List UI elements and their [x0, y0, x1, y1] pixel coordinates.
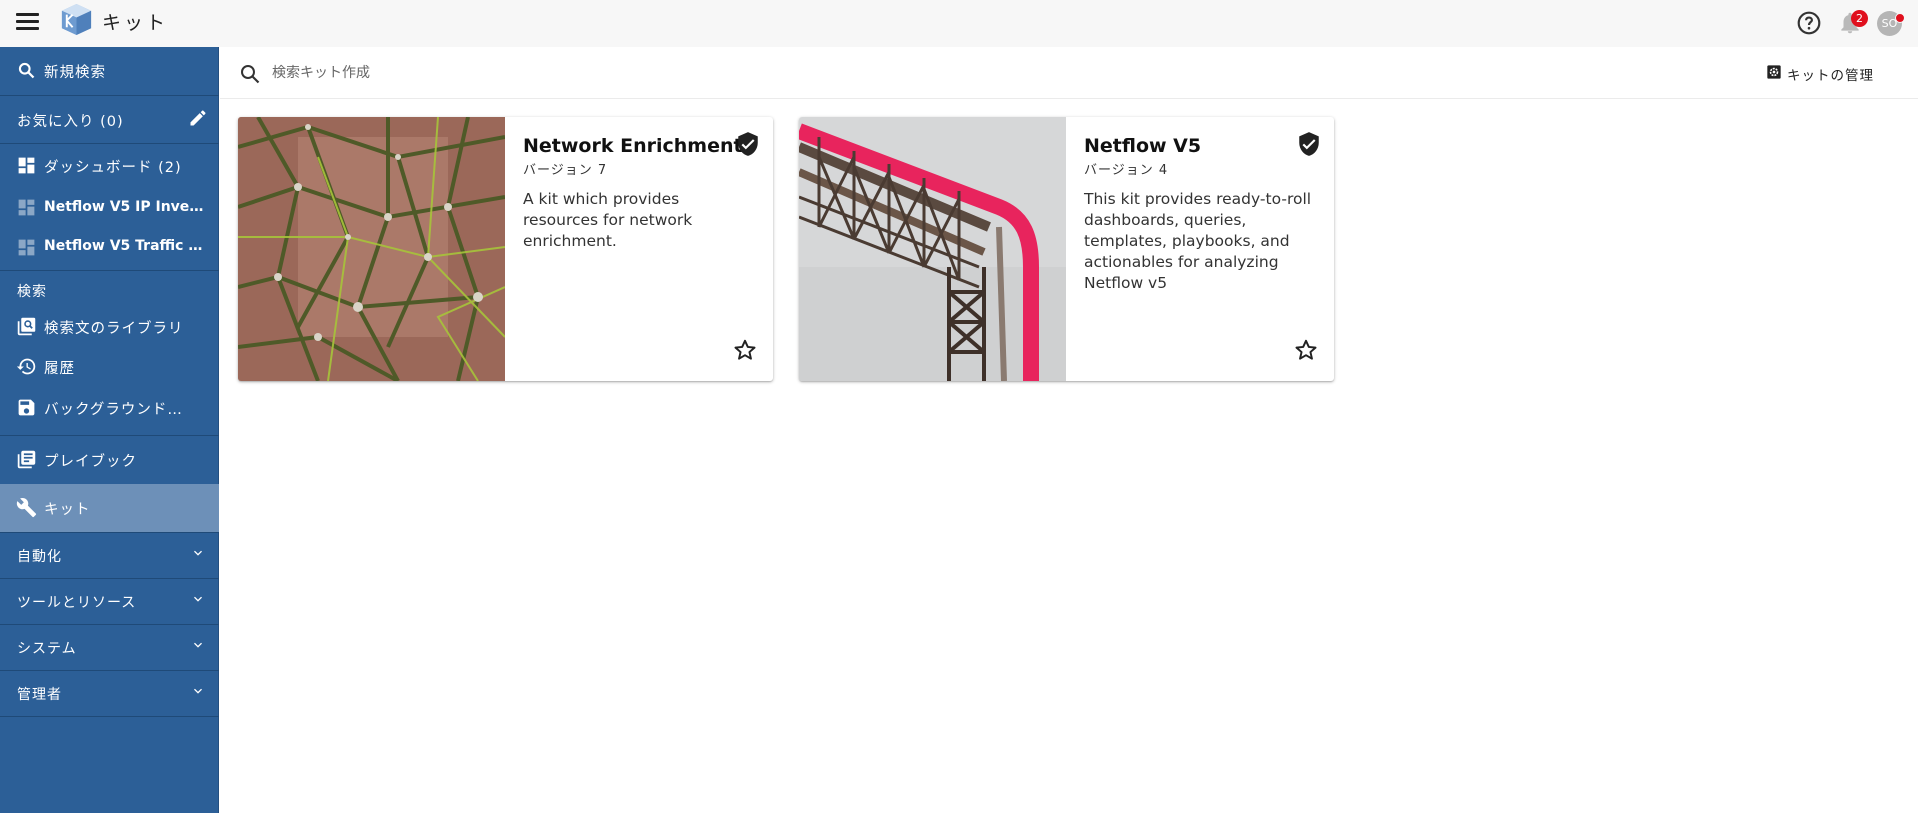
- kit-card[interactable]: Network Enrichment バージョン 7 A kit which p…: [238, 117, 773, 381]
- chevron-down-icon: [194, 688, 202, 694]
- verified-shield-icon: [738, 132, 758, 156]
- dashboard-icon: [18, 239, 35, 256]
- kit-search-bar: キットの管理: [220, 47, 1918, 99]
- sidebar-item-label: キット: [44, 502, 91, 518]
- top-app-bar: キット 2 SO: [0, 0, 1918, 47]
- sidebar-item-tools-resources[interactable]: ツールとリソース: [0, 579, 219, 624]
- sidebar-item-label: 検索文のライブラリ: [44, 321, 184, 337]
- sidebar-item-background-searches[interactable]: バックグラウンド検索: [0, 387, 219, 430]
- manage-kits-label: キットの管理: [1787, 68, 1874, 84]
- sidebar-item-query-library[interactable]: 検索文のライブラリ: [0, 307, 219, 347]
- search-icon: [18, 62, 35, 79]
- sidebar-section-label: 検索: [17, 284, 47, 300]
- sidebar-item-label: ダッシュボード (2): [44, 160, 182, 176]
- divider: [0, 716, 219, 717]
- sidebar-nav: 新規検索 お気に入り (0) ダッシュボード (2) Netflow V5 IP…: [0, 47, 219, 813]
- search-icon: [241, 65, 260, 84]
- kit-title: Network Enrichment: [523, 135, 743, 157]
- sidebar-item-label: ツールとリソース: [17, 595, 137, 611]
- sidebar-item-label: 新規検索: [44, 65, 106, 81]
- save-floppy-icon: [18, 399, 35, 416]
- sidebar-item-dashboard-traffic-overview[interactable]: Netflow V5 Traffic Overview: [0, 228, 219, 267]
- sidebar-section-search: 検索: [0, 271, 219, 307]
- kit-card-image: [238, 117, 505, 381]
- sidebar-item-label: Netflow V5 IP Investigator: [44, 199, 204, 215]
- help-icon[interactable]: [1796, 10, 1822, 36]
- library-search-icon: [17, 317, 36, 336]
- kit-version: バージョン 4: [1084, 163, 1169, 178]
- sidebar-item-admin[interactable]: 管理者: [0, 671, 219, 716]
- kit-card[interactable]: Netflow V5 バージョン 4 This kit provides rea…: [799, 117, 1334, 381]
- sidebar-item-system[interactable]: システム: [0, 625, 219, 670]
- sidebar-item-label: バックグラウンド検索: [44, 402, 194, 418]
- sidebar-item-kits[interactable]: キット: [0, 484, 219, 532]
- sidebar-item-label: プレイブック: [44, 454, 137, 470]
- status-dot: [1895, 13, 1905, 23]
- kit-version: バージョン 7: [523, 163, 608, 178]
- notification-count-badge: 2: [1851, 10, 1868, 27]
- dashboard-icon: [18, 157, 35, 174]
- chevron-down-icon: [194, 550, 202, 556]
- sidebar-item-history[interactable]: 履歴: [0, 347, 219, 387]
- app-logo: [61, 3, 92, 36]
- hamburger-menu-icon[interactable]: [14, 7, 42, 35]
- dashboard-icon: [18, 199, 35, 216]
- page-title: キット: [102, 12, 169, 34]
- sidebar-item-favorites[interactable]: お気に入り (0): [0, 96, 219, 143]
- sidebar-item-label: お気に入り (0): [17, 114, 124, 130]
- wrench-icon: [16, 497, 37, 518]
- kit-search-input[interactable]: [272, 59, 1072, 87]
- chevron-down-icon: [194, 596, 202, 602]
- playbook-icon: [17, 450, 36, 469]
- verified-shield-icon: [1299, 132, 1319, 156]
- favorite-star-icon[interactable]: [732, 337, 758, 363]
- kit-title: Netflow V5: [1084, 135, 1202, 157]
- kit-description: A kit which provides resources for netwo…: [523, 190, 693, 250]
- kit-description: This kit provides ready-to-roll dashboar…: [1084, 190, 1312, 292]
- sidebar-item-playbooks[interactable]: プレイブック: [0, 436, 219, 484]
- history-icon: [16, 358, 36, 375]
- sidebar-item-label: システム: [17, 641, 77, 657]
- favorite-star-icon[interactable]: [1293, 337, 1319, 363]
- chevron-down-icon: [194, 642, 202, 648]
- edit-pencil-icon[interactable]: [188, 108, 208, 128]
- sidebar-item-dashboards[interactable]: ダッシュボード (2): [0, 144, 219, 188]
- sidebar-item-label: 履歴: [44, 361, 75, 377]
- sidebar-item-label: 自動化: [17, 549, 62, 565]
- sidebar-item-label: Netflow V5 Traffic Overview: [44, 238, 204, 254]
- sidebar-item-label: 管理者: [17, 687, 62, 703]
- sidebar-item-automation[interactable]: 自動化: [0, 533, 219, 578]
- sidebar-item-new-search[interactable]: 新規検索: [0, 47, 219, 95]
- sidebar-item-dashboard-ip-investigator[interactable]: Netflow V5 IP Investigator: [0, 188, 219, 228]
- settings-box-icon: [1767, 65, 1781, 79]
- kit-card-image: [799, 117, 1066, 381]
